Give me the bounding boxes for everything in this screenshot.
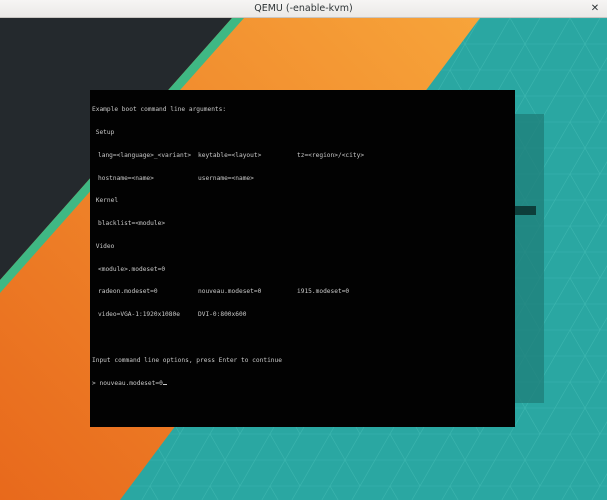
kernel-label: Kernel xyxy=(95,197,119,205)
prompt-message: Input command line options, press Enter … xyxy=(92,356,282,364)
close-icon[interactable]: ✕ xyxy=(589,3,601,15)
setup-label: Setup xyxy=(95,128,115,136)
username-arg: username=<name> xyxy=(198,174,254,182)
window-titlebar: QEMU (-enable-kvm) ✕ xyxy=(0,0,607,18)
desktop-wallpaper: Example boot command line arguments: Set… xyxy=(0,18,607,500)
terminal-heading: Example boot command line arguments: xyxy=(92,106,227,114)
terminal-screen[interactable]: Example boot command line arguments: Set… xyxy=(90,90,515,427)
blacklist-arg: blacklist=<module> xyxy=(98,220,166,228)
video-vga-arg: video=VGA-1:1920x1080e xyxy=(98,311,180,319)
tz-arg: tz=<region>/<city> xyxy=(297,151,365,159)
window-title: QEMU (-enable-kvm) xyxy=(254,3,353,14)
command-input[interactable]: nouveau.modeset=0 xyxy=(99,380,162,387)
radeon-arg: radeon.modeset=0 xyxy=(98,288,158,296)
module-modeset-arg: <module>.modeset=0 xyxy=(98,265,166,273)
command-input-line[interactable]: > nouveau.modeset=0 xyxy=(92,380,513,388)
text-cursor xyxy=(162,383,167,385)
nouveau-arg: nouveau.modeset=0 xyxy=(198,288,262,296)
lang-arg: lang=<language>_<variant> xyxy=(98,151,192,159)
video-dvi-arg: DVI-0:800x600 xyxy=(198,311,247,319)
video-label: Video xyxy=(95,242,115,250)
keytable-arg: keytable=<layout> xyxy=(198,151,262,159)
i915-arg: i915.modeset=0 xyxy=(297,288,350,296)
hostname-arg: hostname=<name> xyxy=(98,174,154,182)
prompt-symbol: > xyxy=(92,379,96,387)
